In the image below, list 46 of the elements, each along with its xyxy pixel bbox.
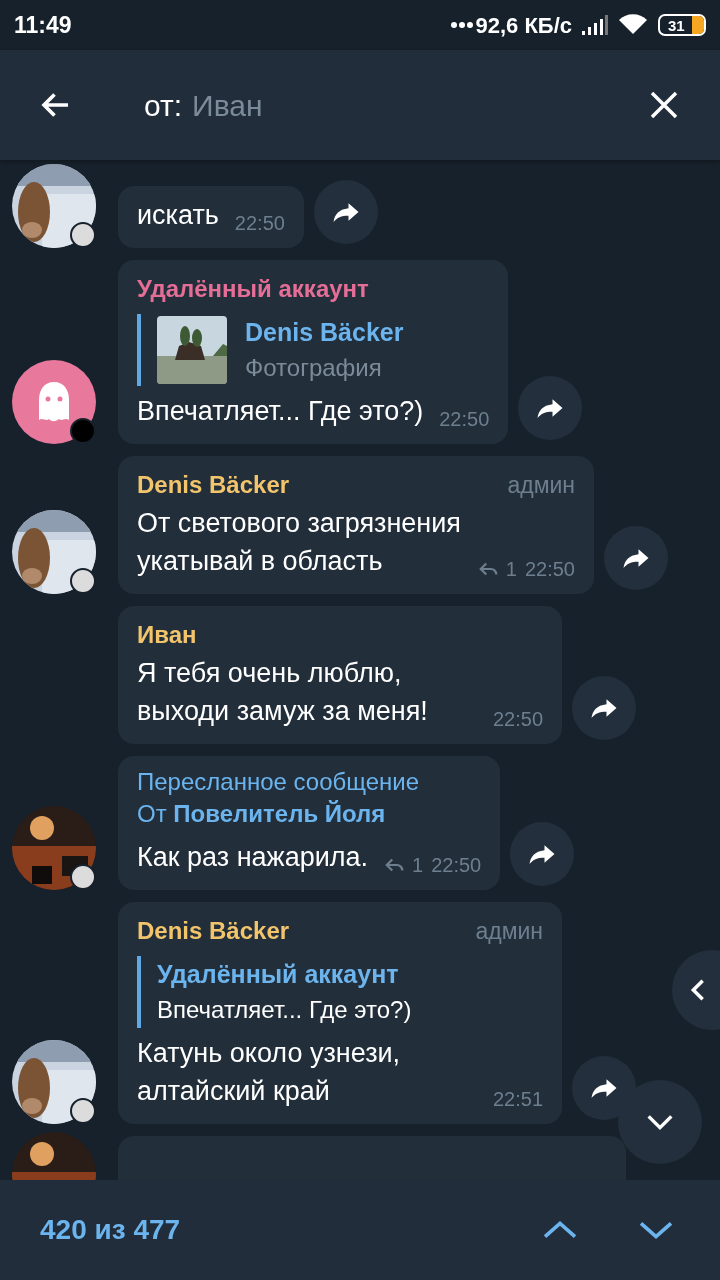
reply-text: Фотография (245, 353, 383, 383)
reply-quote[interactable]: Удалённый аккаунт Впечатляет... Где это?) (137, 956, 544, 1028)
network-speed: 92,6 КБ/с (475, 11, 572, 40)
reply-count: 1 (505, 557, 517, 582)
message-text: Как раз нажарила. (137, 841, 369, 874)
results-counter: 420 из 477 (40, 1213, 182, 1247)
message-time: 22:50 (234, 211, 285, 236)
message-time: 22:50 (439, 407, 490, 432)
signal-icon (582, 15, 608, 35)
message-text: Я тебя очень люблю, выходи замуж за меня! (137, 657, 429, 728)
sender-name: Denis Bäcker (137, 470, 290, 500)
message-time: 22:50 (493, 707, 544, 732)
close-icon (648, 89, 680, 121)
battery-charge-icon (692, 16, 704, 34)
battery-level: 31 (667, 17, 686, 33)
message-text: искать (137, 199, 219, 232)
search-prefix: от: (144, 87, 183, 124)
reply-author: Denis Bäcker (245, 317, 404, 348)
sender-name: Denis Bäcker (137, 916, 290, 946)
search-field[interactable]: от: Иван (144, 82, 644, 128)
message-time: 22:50 (524, 557, 575, 582)
message-time: 22:51 (493, 1087, 544, 1112)
message-bubble[interactable]: Пересланное сообщение От Повелитель Йоля Как раз нажарила. 1 22:50 (118, 756, 501, 890)
sender-name: Иван (137, 620, 197, 650)
message-bubble[interactable]: искать 22:50 (118, 186, 304, 248)
message-bubble[interactable]: Удалённый аккаунт Denis Bäcker Фотография Впечатляет... Где это?) 22:50 (118, 260, 509, 444)
message-time: 22:50 (431, 853, 482, 878)
reply-author: Удалённый аккаунт (157, 959, 400, 990)
clock: 11:49 (14, 10, 72, 40)
message-bubble[interactable]: Иван Я тебя очень люблю, выходи замуж за меня! 22:50 (118, 606, 563, 744)
admin-label: админ (475, 917, 544, 946)
forward-label: Пересланное сообщение (137, 767, 421, 797)
reply-quote[interactable]: Denis Bäcker Фотография (137, 314, 490, 386)
search-query: Иван (192, 87, 263, 124)
message-text: Впечатляет... Где это?) (137, 395, 424, 428)
message-text: Катунь около узнези, алтайский край (137, 1037, 402, 1108)
message-bubble[interactable]: Denis Bäcker админ Удалённый аккаунт Впечатляет... Где это?) Катунь около узнези, алтайский край 22:51 (118, 902, 563, 1124)
message-bubble[interactable]: Denis Bäcker админ От светового загрязнения укатывай в область 1 22:50 (118, 456, 594, 594)
reply-count: 1 (412, 853, 424, 878)
more-dots-icon (451, 22, 474, 28)
admin-label: админ (507, 471, 575, 500)
reply-text: Впечатляет... Где это?) (157, 995, 412, 1025)
forward-source: От Повелитель Йоля (137, 799, 387, 829)
message-text: От светового загрязнения укатывай в область (137, 507, 462, 578)
wifi-icon (618, 14, 648, 36)
sender-name: Удалённый аккаунт (137, 274, 369, 304)
